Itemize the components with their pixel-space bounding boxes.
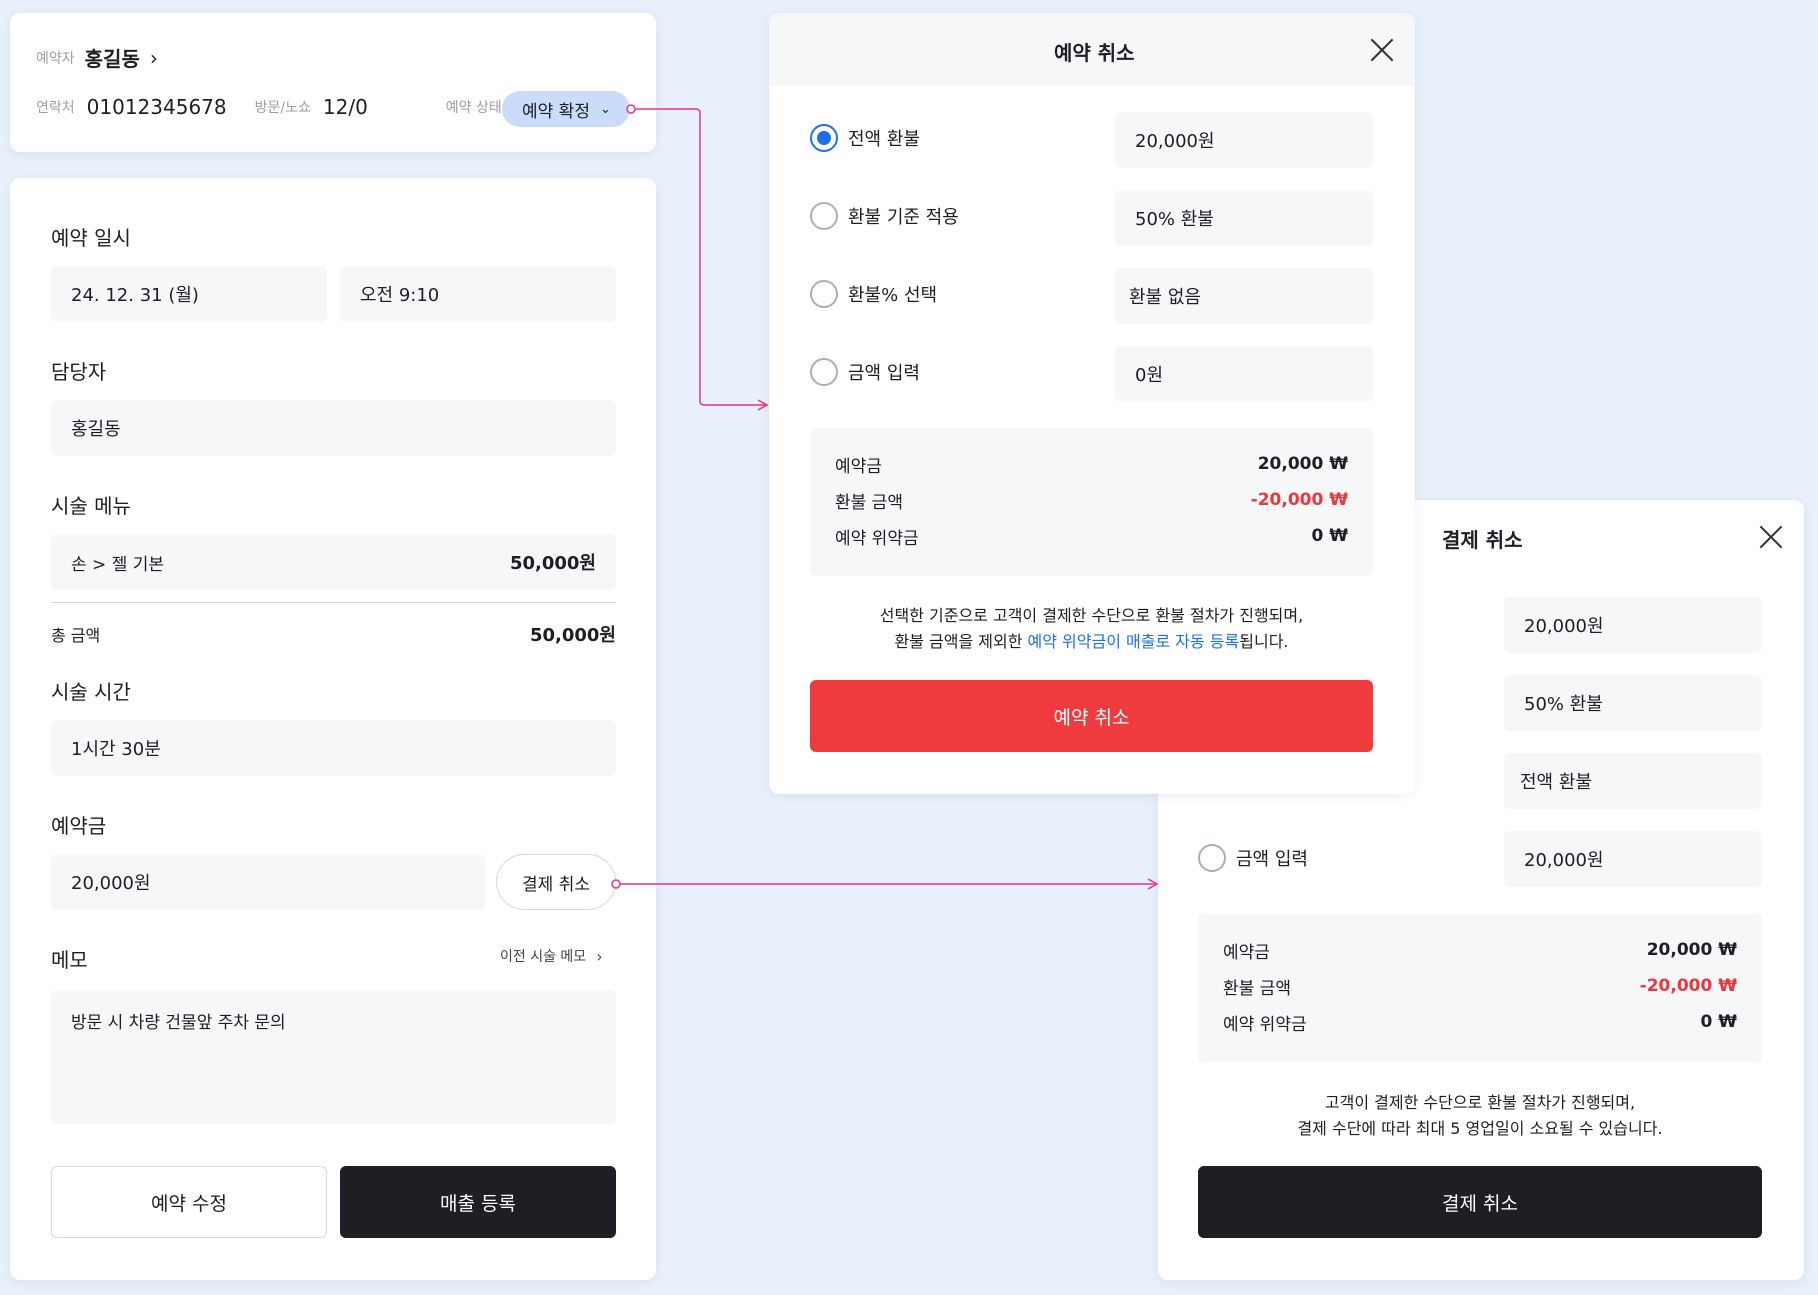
divider — [51, 602, 616, 603]
summary-refund-value: -20,000 ₩ — [1250, 490, 1348, 510]
reservation-cancel-modal: 예약 취소 전액 환불 20,000원 환불 기준 적용 50% 환불 환불% … — [769, 13, 1415, 794]
refund-option-amount[interactable]: 금액 입력 — [810, 358, 920, 386]
reserver-name[interactable]: 홍길동 — [85, 43, 140, 72]
menu-item-price: 50,000원 — [509, 553, 596, 574]
menu-item[interactable]: 손 > 젤 기본 50,000원 — [51, 534, 616, 590]
refund-summary-box: 예약금 20,000 ₩ 환불 금액 -20,000 ₩ 예약 위약금 0 ₩ — [1198, 914, 1762, 1062]
refund-option-full[interactable]: 전액 환불 — [810, 124, 920, 152]
refund-option-percent[interactable]: 환불% 선택 — [810, 280, 937, 308]
refund-value-field-2[interactable]: 50% 환불 — [1115, 190, 1373, 246]
summary-deposit-label: 예약금 — [1223, 942, 1270, 963]
menu-item-name: 손 > 젤 기본 — [71, 554, 165, 575]
close-icon[interactable] — [1369, 37, 1395, 63]
refund-summary-box: 예약금 20,000 ₩ 환불 금액 -20,000 ₩ 예약 위약금 0 ₩ — [810, 428, 1373, 576]
refund-value-field-3[interactable]: 전액 환불 — [1504, 753, 1762, 809]
connector-payment-cancel-to-modal — [611, 878, 1159, 890]
refund-option-amount[interactable]: 금액 입력 — [1198, 844, 1308, 872]
refund-notice: 선택한 기준으로 고객이 결제한 수단으로 환불 절차가 진행되며, 환불 금액… — [879, 606, 1304, 651]
reserver-label: 예약자 — [36, 50, 75, 67]
refund-value-field-3[interactable]: 환불 없음 — [1115, 268, 1373, 324]
duration-field[interactable]: 1시간 30분 — [51, 720, 616, 776]
summary-penalty-label: 예약 위약금 — [835, 528, 919, 549]
refund-notice: 고객이 결제한 수단으로 환불 절차가 진행되며, 결제 수단에 따라 최대 5… — [1297, 1093, 1663, 1138]
summary-deposit-label: 예약금 — [835, 456, 882, 477]
reservation-detail-card: 예약 일시 24. 12. 31 (월) 오전 9:10 담당자 홍길동 시술 … — [10, 178, 656, 1280]
status-dropdown[interactable]: 예약 확정 ⌄ — [502, 91, 630, 127]
visit-label: 방문/노쇼 — [254, 100, 311, 116]
confirm-reservation-cancel-button[interactable]: 예약 취소 — [810, 680, 1373, 752]
summary-deposit-value: 20,000 ₩ — [1257, 454, 1348, 474]
radio-button-selected[interactable] — [810, 124, 838, 152]
prev-memo-link[interactable]: 이전 시술 메모 › — [500, 946, 603, 966]
auto-register-link: 예약 위약금이 매출로 자동 등록 — [1027, 632, 1240, 651]
payment-cancel-button[interactable]: 결제 취소 — [496, 854, 616, 910]
refund-value-field-1[interactable]: 20,000원 — [1504, 597, 1762, 653]
summary-penalty-label: 예약 위약금 — [1223, 1014, 1307, 1035]
modal-title: 결제 취소 — [1442, 528, 1523, 552]
summary-deposit-value: 20,000 ₩ — [1646, 940, 1737, 960]
chevron-right-icon: › — [596, 946, 603, 966]
register-sales-button[interactable]: 매출 등록 — [340, 1166, 616, 1238]
refund-option-policy[interactable]: 환불 기준 적용 — [810, 202, 959, 230]
refund-value-field-4[interactable]: 20,000원 — [1504, 831, 1762, 887]
confirm-payment-cancel-button[interactable]: 결제 취소 — [1198, 1166, 1762, 1238]
refund-value-field-1[interactable]: 20,000원 — [1115, 112, 1373, 168]
modal-title: 예약 취소 — [1054, 41, 1135, 65]
radio-button[interactable] — [810, 202, 838, 230]
time-field[interactable]: 오전 9:10 — [340, 266, 616, 322]
contact-label: 연락처 — [36, 100, 75, 116]
contact-value: 01012345678 — [86, 95, 227, 119]
deposit-title: 예약금 — [51, 814, 107, 838]
summary-penalty-value: 0 ₩ — [1311, 526, 1349, 546]
radio-button[interactable] — [810, 358, 838, 386]
summary-refund-label: 환불 금액 — [835, 492, 903, 513]
radio-button[interactable] — [1198, 844, 1226, 872]
summary-penalty-value: 0 ₩ — [1700, 1012, 1738, 1032]
total-value: 50,000원 — [529, 625, 616, 646]
chevron-down-icon: ⌄ — [599, 101, 611, 117]
chevron-right-icon[interactable]: › — [150, 46, 158, 70]
memo-title: 메모 — [51, 948, 88, 972]
radio-button[interactable] — [810, 280, 838, 308]
duration-title: 시술 시간 — [51, 680, 131, 704]
total-label: 총 금액 — [51, 626, 101, 645]
status-label: 예약 상태 — [445, 100, 502, 116]
date-field[interactable]: 24. 12. 31 (월) — [51, 266, 327, 322]
staff-field[interactable]: 홍길동 — [51, 400, 616, 456]
datetime-title: 예약 일시 — [51, 226, 131, 250]
total-row: 총 금액 50,000원 — [51, 621, 616, 647]
refund-value-field-2[interactable]: 50% 환불 — [1504, 675, 1762, 731]
visit-value: 12/0 — [322, 95, 368, 119]
summary-refund-label: 환불 금액 — [1223, 978, 1291, 999]
deposit-field[interactable]: 20,000원 — [51, 854, 485, 910]
close-icon[interactable] — [1758, 524, 1784, 550]
edit-reservation-button[interactable]: 예약 수정 — [51, 1166, 327, 1238]
status-value: 예약 확정 — [522, 101, 590, 122]
reservation-header-card: 예약자 홍길동 › 연락처 01012345678 방문/노쇼 12/0 예약 … — [10, 13, 656, 152]
refund-value-field-4[interactable]: 0원 — [1115, 346, 1373, 402]
summary-refund-value: -20,000 ₩ — [1639, 976, 1737, 996]
staff-title: 담당자 — [51, 360, 107, 384]
memo-textarea[interactable]: 방문 시 차량 건물앞 주차 문의 — [51, 990, 616, 1124]
menu-title: 시술 메뉴 — [51, 494, 131, 518]
